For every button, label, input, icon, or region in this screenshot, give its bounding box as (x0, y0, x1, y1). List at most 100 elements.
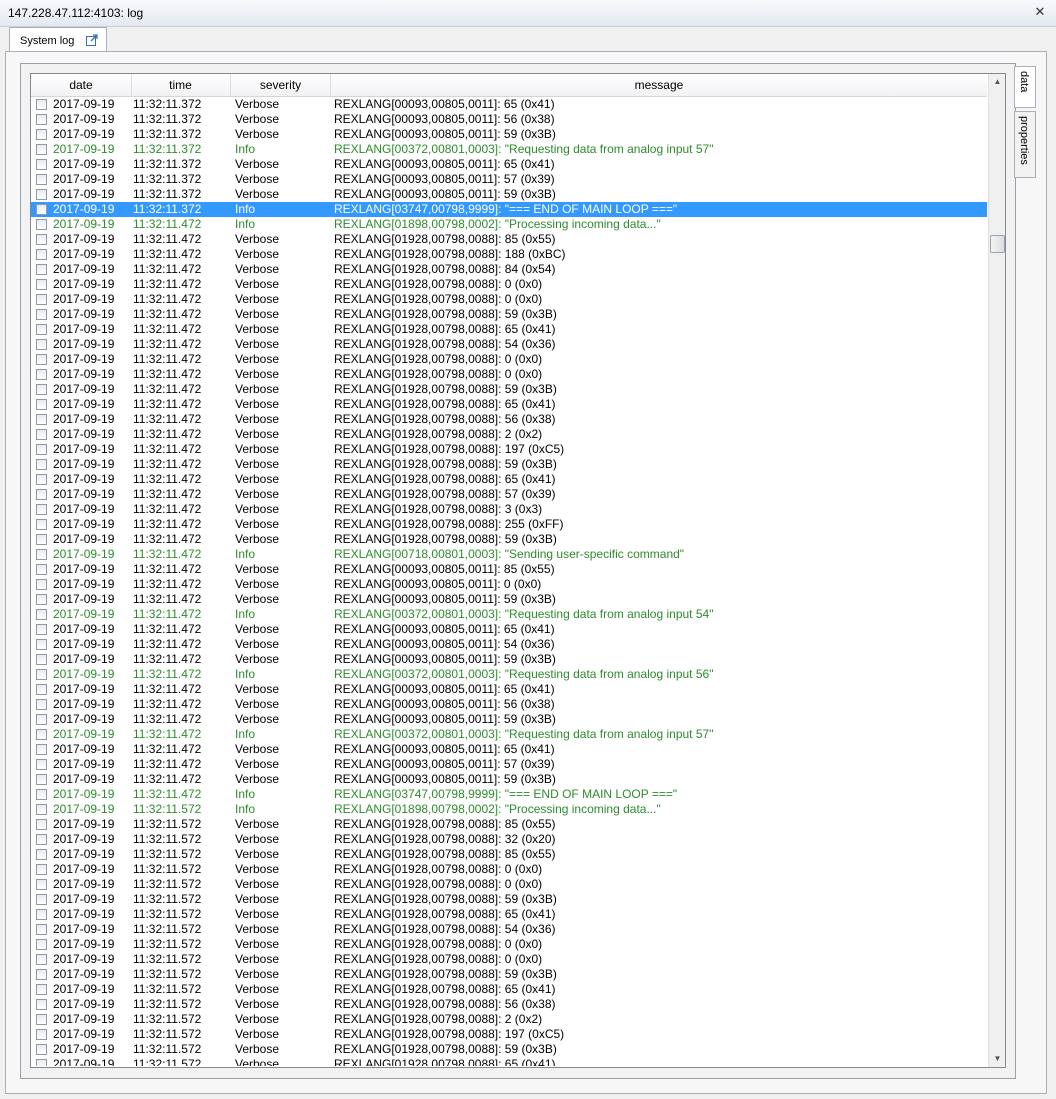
header-time[interactable]: time (131, 74, 231, 96)
row-checkbox[interactable] (36, 159, 47, 170)
table-row[interactable]: 2017-09-19 11:32:11.472 Verbose REXLANG[000… (31, 757, 987, 772)
row-checkbox[interactable] (36, 339, 47, 350)
row-checkbox[interactable] (36, 984, 47, 995)
row-checkbox[interactable] (36, 999, 47, 1010)
row-checkbox[interactable] (36, 669, 47, 680)
row-checkbox[interactable] (36, 129, 47, 140)
table-row[interactable]: 2017-09-19 11:32:11.572 Verbose REXLANG[019… (31, 892, 987, 907)
table-row[interactable]: 2017-09-19 11:32:11.472 Verbose REXLANG[000… (31, 592, 987, 607)
row-checkbox[interactable] (36, 699, 47, 710)
row-checkbox[interactable] (36, 804, 47, 815)
row-checkbox[interactable] (36, 759, 47, 770)
table-row[interactable]: 2017-09-19 11:32:11.472 Verbose REXLANG[019… (31, 487, 987, 502)
row-checkbox[interactable] (36, 849, 47, 860)
row-checkbox[interactable] (36, 414, 47, 425)
table-row[interactable]: 2017-09-19 11:32:11.472 Info REXLANG[01898,… (31, 217, 987, 232)
table-row[interactable]: 2017-09-19 11:32:11.472 Verbose REXLANG[019… (31, 367, 987, 382)
side-tab-data[interactable]: data (1014, 66, 1036, 108)
row-checkbox[interactable] (36, 954, 47, 965)
row-checkbox[interactable] (36, 1044, 47, 1055)
row-checkbox[interactable] (36, 279, 47, 290)
row-checkbox[interactable] (36, 114, 47, 125)
row-checkbox[interactable] (36, 714, 47, 725)
scroll-up-icon[interactable]: ▲ (989, 74, 1005, 90)
table-row[interactable]: 2017-09-19 11:32:11.472 Info REXLANG[03747,… (31, 787, 987, 802)
table-row[interactable]: 2017-09-19 11:32:11.472 Verbose REXLANG[000… (31, 652, 987, 667)
row-checkbox[interactable] (36, 789, 47, 800)
row-checkbox[interactable] (36, 879, 47, 890)
table-row[interactable]: 2017-09-19 11:32:11.572 Verbose REXLANG[019… (31, 1057, 987, 1066)
table-row[interactable]: 2017-09-19 11:32:11.572 Verbose REXLANG[019… (31, 982, 987, 997)
row-checkbox[interactable] (36, 264, 47, 275)
table-row[interactable]: 2017-09-19 11:32:11.572 Info REXLANG[01898,… (31, 802, 987, 817)
table-row[interactable]: 2017-09-19 11:32:11.472 Verbose REXLANG[000… (31, 682, 987, 697)
row-checkbox[interactable] (36, 309, 47, 320)
row-checkbox[interactable] (36, 564, 47, 575)
row-checkbox[interactable] (36, 939, 47, 950)
row-checkbox[interactable] (36, 399, 47, 410)
row-checkbox[interactable] (36, 1059, 47, 1066)
table-row[interactable]: 2017-09-19 11:32:11.472 Verbose REXLANG[000… (31, 712, 987, 727)
table-row[interactable]: 2017-09-19 11:32:11.572 Verbose REXLANG[019… (31, 1012, 987, 1027)
table-row[interactable]: 2017-09-19 11:32:11.472 Verbose REXLANG[019… (31, 307, 987, 322)
row-checkbox[interactable] (36, 474, 47, 485)
row-checkbox[interactable] (36, 294, 47, 305)
table-row[interactable]: 2017-09-19 11:32:11.372 Verbose REXLANG[000… (31, 97, 987, 112)
table-row[interactable]: 2017-09-19 11:32:11.472 Verbose REXLANG[019… (31, 427, 987, 442)
header-message[interactable]: message (331, 74, 987, 96)
table-row[interactable]: 2017-09-19 11:32:11.372 Info REXLANG[03747,… (31, 202, 987, 217)
tab-system-log[interactable]: System log (9, 27, 107, 52)
table-row[interactable]: 2017-09-19 11:32:11.372 Verbose REXLANG[000… (31, 127, 987, 142)
table-row[interactable]: 2017-09-19 11:32:11.572 Verbose REXLANG[019… (31, 907, 987, 922)
table-row[interactable]: 2017-09-19 11:32:11.472 Verbose REXLANG[019… (31, 322, 987, 337)
row-checkbox[interactable] (36, 249, 47, 260)
table-row[interactable]: 2017-09-19 11:32:11.472 Verbose REXLANG[019… (31, 382, 987, 397)
row-checkbox[interactable] (36, 549, 47, 560)
table-row[interactable]: 2017-09-19 11:32:11.472 Verbose REXLANG[000… (31, 772, 987, 787)
table-row[interactable]: 2017-09-19 11:32:11.572 Verbose REXLANG[019… (31, 937, 987, 952)
row-checkbox[interactable] (36, 819, 47, 830)
row-checkbox[interactable] (36, 774, 47, 785)
table-row[interactable]: 2017-09-19 11:32:11.472 Info REXLANG[00372,… (31, 607, 987, 622)
table-row[interactable]: 2017-09-19 11:32:11.472 Verbose REXLANG[019… (31, 532, 987, 547)
row-checkbox[interactable] (36, 969, 47, 980)
table-row[interactable]: 2017-09-19 11:32:11.472 Verbose REXLANG[019… (31, 247, 987, 262)
table-row[interactable]: 2017-09-19 11:32:11.472 Verbose REXLANG[000… (31, 742, 987, 757)
table-row[interactable]: 2017-09-19 11:32:11.572 Verbose REXLANG[019… (31, 877, 987, 892)
row-checkbox[interactable] (36, 369, 47, 380)
row-checkbox[interactable] (36, 609, 47, 620)
table-row[interactable]: 2017-09-19 11:32:11.472 Verbose REXLANG[000… (31, 562, 987, 577)
table-row[interactable]: 2017-09-19 11:32:11.472 Verbose REXLANG[019… (31, 232, 987, 247)
scroll-thumb[interactable] (990, 235, 1005, 253)
table-row[interactable]: 2017-09-19 11:32:11.472 Info REXLANG[00372,… (31, 667, 987, 682)
row-checkbox[interactable] (36, 429, 47, 440)
row-checkbox[interactable] (36, 534, 47, 545)
table-row[interactable]: 2017-09-19 11:32:11.572 Verbose REXLANG[019… (31, 847, 987, 862)
table-row[interactable]: 2017-09-19 11:32:11.472 Verbose REXLANG[019… (31, 277, 987, 292)
row-checkbox[interactable] (36, 489, 47, 500)
row-checkbox[interactable] (36, 1014, 47, 1025)
table-row[interactable]: 2017-09-19 11:32:11.472 Verbose REXLANG[000… (31, 577, 987, 592)
scroll-down-icon[interactable]: ▼ (989, 1051, 1005, 1067)
side-tab-properties[interactable]: properties (1014, 111, 1036, 178)
table-row[interactable]: 2017-09-19 11:32:11.472 Verbose REXLANG[019… (31, 442, 987, 457)
table-row[interactable]: 2017-09-19 11:32:11.572 Verbose REXLANG[019… (31, 832, 987, 847)
row-checkbox[interactable] (36, 204, 47, 215)
row-checkbox[interactable] (36, 174, 47, 185)
table-row[interactable]: 2017-09-19 11:32:11.572 Verbose REXLANG[019… (31, 952, 987, 967)
table-row[interactable]: 2017-09-19 11:32:11.472 Verbose REXLANG[000… (31, 622, 987, 637)
table-row[interactable]: 2017-09-19 11:32:11.572 Verbose REXLANG[019… (31, 967, 987, 982)
table-row[interactable]: 2017-09-19 11:32:11.472 Verbose REXLANG[019… (31, 262, 987, 277)
vertical-scrollbar[interactable]: ▲ ▼ (988, 74, 1005, 1067)
row-checkbox[interactable] (36, 189, 47, 200)
table-row[interactable]: 2017-09-19 11:32:11.572 Verbose REXLANG[019… (31, 862, 987, 877)
row-checkbox[interactable] (36, 744, 47, 755)
row-checkbox[interactable] (36, 354, 47, 365)
popout-icon[interactable] (85, 33, 99, 47)
row-checkbox[interactable] (36, 909, 47, 920)
row-checkbox[interactable] (36, 144, 47, 155)
table-row[interactable]: 2017-09-19 11:32:11.572 Verbose REXLANG[019… (31, 817, 987, 832)
row-checkbox[interactable] (36, 729, 47, 740)
row-checkbox[interactable] (36, 519, 47, 530)
row-checkbox[interactable] (36, 99, 47, 110)
